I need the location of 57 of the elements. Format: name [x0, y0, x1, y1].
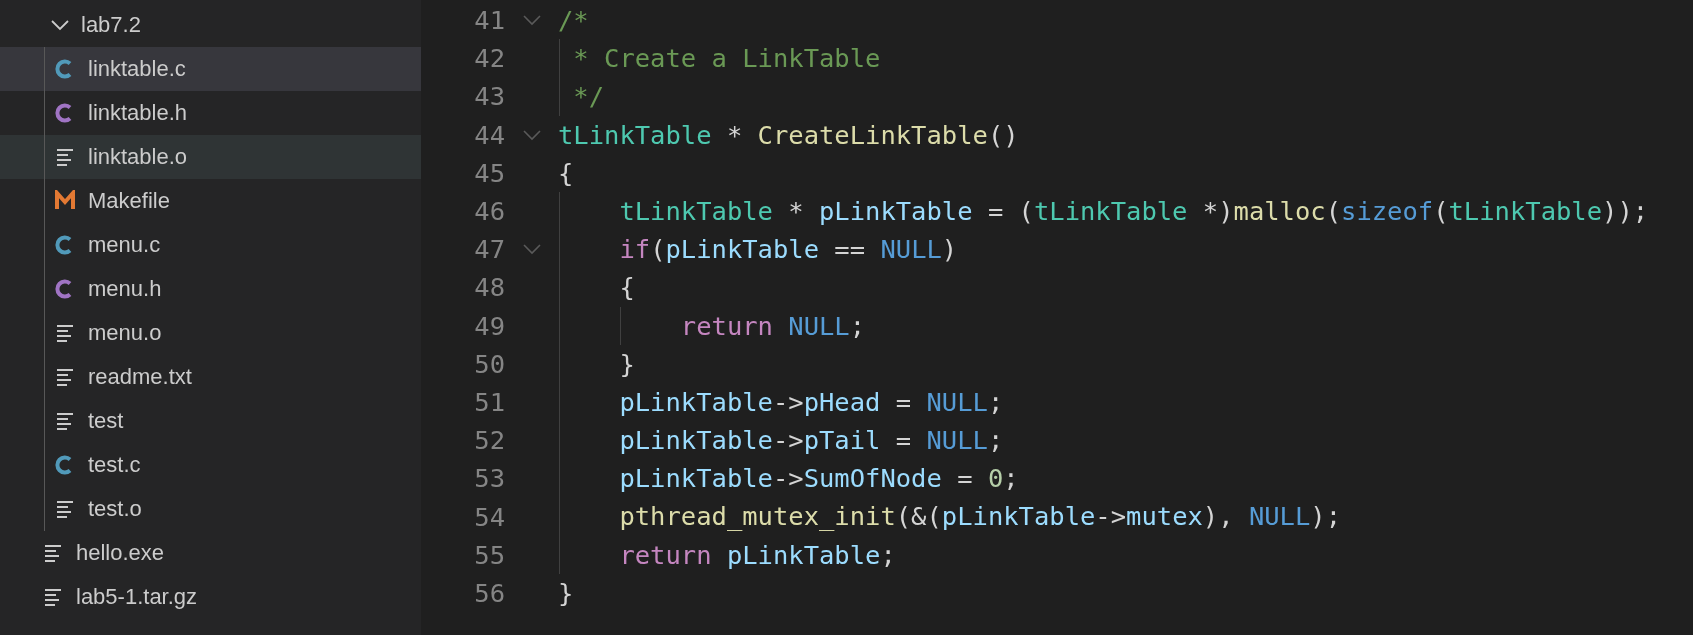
file-item[interactable]: test.o: [0, 487, 421, 531]
file-item[interactable]: menu.h: [0, 267, 421, 311]
code-line: {: [558, 268, 635, 307]
code-line: pLinkTable->pHead = NULL;: [558, 382, 1004, 422]
code-line: pLinkTable->SumOfNode = 0;: [558, 459, 1019, 498]
text-lines-icon: [54, 322, 76, 344]
file-item[interactable]: linktable.c: [0, 47, 421, 91]
file-item[interactable]: menu.o: [0, 311, 421, 355]
file-item[interactable]: menu.c: [0, 223, 421, 267]
text-lines-icon: [54, 366, 76, 388]
line-number: 44: [473, 119, 505, 150]
line-number: 42: [473, 43, 505, 74]
fold-chevron-icon[interactable]: [521, 127, 542, 142]
line-number: 54: [473, 501, 505, 532]
file-item[interactable]: Makefile: [0, 179, 421, 223]
text-lines-icon: [54, 146, 76, 168]
line-number: 45: [473, 157, 505, 188]
fold-chevron-icon[interactable]: [521, 13, 542, 28]
line-number: 46: [473, 196, 505, 227]
text-lines-icon: [54, 410, 76, 432]
code-line: if(pLinkTable == NULL): [558, 230, 958, 269]
code-line: */: [558, 77, 605, 116]
file-item[interactable]: test.c: [0, 443, 421, 487]
text-lines-icon: [42, 586, 64, 608]
line-number: 48: [473, 272, 505, 303]
code-line: pthread_mutex_init(&(pLinkTable->mutex), NULL);: [558, 497, 1342, 536]
code-line: }: [558, 576, 574, 610]
code-line: * Create a LinkTable: [558, 39, 881, 78]
code-line: {: [558, 156, 574, 190]
text-lines-icon: [54, 498, 76, 520]
line-number: 47: [473, 234, 505, 265]
line-number: 56: [473, 577, 505, 608]
line-number: 51: [473, 386, 505, 417]
line-number: 50: [473, 348, 505, 379]
line-number: 52: [473, 425, 505, 456]
code-line: }: [558, 344, 635, 383]
text-lines-icon: [42, 542, 64, 564]
code-line: /*: [558, 4, 589, 37]
code-line: return NULL;: [558, 306, 866, 345]
file-item[interactable]: lab5-1.tar.gz: [0, 575, 421, 619]
file-item[interactable]: hello.exe: [0, 531, 421, 575]
code-line: tLinkTable * pLinkTable = (tLinkTable *)malloc(sizeof(tLinkTable));: [558, 191, 1649, 231]
line-number: 55: [473, 539, 505, 570]
code-line: return pLinkTable;: [558, 535, 896, 574]
folder-item[interactable]: lab7.2: [0, 3, 421, 47]
line-number: 41: [473, 5, 505, 36]
line-number: 53: [473, 463, 505, 494]
line-number: 49: [473, 310, 505, 341]
file-item[interactable]: test: [0, 399, 421, 443]
m-letter-icon: [54, 190, 76, 212]
file-item[interactable]: readme.txt: [0, 355, 421, 399]
line-number: 43: [473, 81, 505, 112]
code-line: pLinkTable->pTail = NULL;: [558, 421, 1004, 460]
file-item[interactable]: linktable.o: [0, 135, 421, 179]
file-item[interactable]: linktable.h: [0, 91, 421, 135]
fold-chevron-icon[interactable]: [521, 242, 542, 257]
code-line: tLinkTable * CreateLinkTable(): [558, 118, 1019, 152]
